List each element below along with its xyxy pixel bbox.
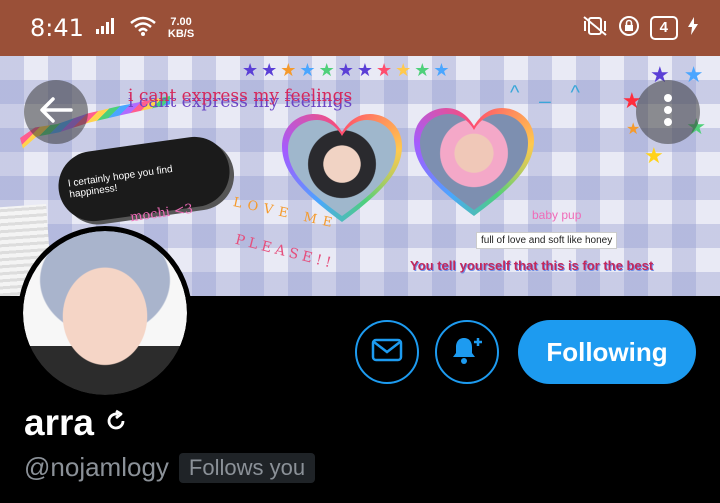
network-speed-unit: KB/S [167,28,195,40]
message-button[interactable] [355,320,419,384]
status-right: 4 [582,15,698,42]
refresh-icon [104,409,128,438]
banner-note-text: I certainly hope you find happiness! [67,163,174,201]
signal-icon [95,17,118,39]
following-button[interactable]: Following [518,320,696,384]
banner-caret-text: ^_^ [510,82,600,104]
back-button[interactable] [24,80,88,144]
bell-plus-icon [450,334,484,371]
clock: 8:41 [30,14,84,42]
banner-please-text: PLEASE!! [233,231,337,273]
network-speed-value: 7.00 [170,16,192,28]
banner-baby-pup-text: baby pup [532,208,582,222]
display-name: arra [24,402,94,443]
banner-tell-yourself-text: You tell yourself that this is for the b… [410,258,654,273]
network-speed: 7.00 KB/S [168,16,194,40]
profile-name-row: arra [24,402,128,444]
lock-icon [618,15,640,42]
notifications-button[interactable] [435,320,499,384]
handle-row: @nojamlogy Follows you [24,452,316,483]
wifi-icon [130,16,156,41]
battery-indicator: 4 [649,16,678,40]
more-options-button[interactable] [636,80,700,144]
avatar[interactable] [18,226,192,400]
status-bar: 8:41 7.00 KB/S 4 [0,0,720,56]
envelope-icon [371,338,403,367]
vibrate-off-icon [582,15,608,42]
banner-script-text: i cant express my feelings [128,86,353,106]
banner-full-of-love-text: full of love and soft like honey [476,232,618,249]
arrow-left-icon [39,96,73,129]
status-left: 8:41 7.00 KB/S [30,14,194,42]
charging-icon [688,16,698,40]
avatar-image [23,231,187,395]
follows-you-badge: Follows you [178,452,316,483]
star-row-decoration: ★★★★★★★★★★★ [242,60,453,80]
heart-photo-right [414,108,534,218]
user-handle: @nojamlogy [24,452,169,482]
heart-photo-left [282,114,402,224]
more-vertical-icon [663,93,673,132]
